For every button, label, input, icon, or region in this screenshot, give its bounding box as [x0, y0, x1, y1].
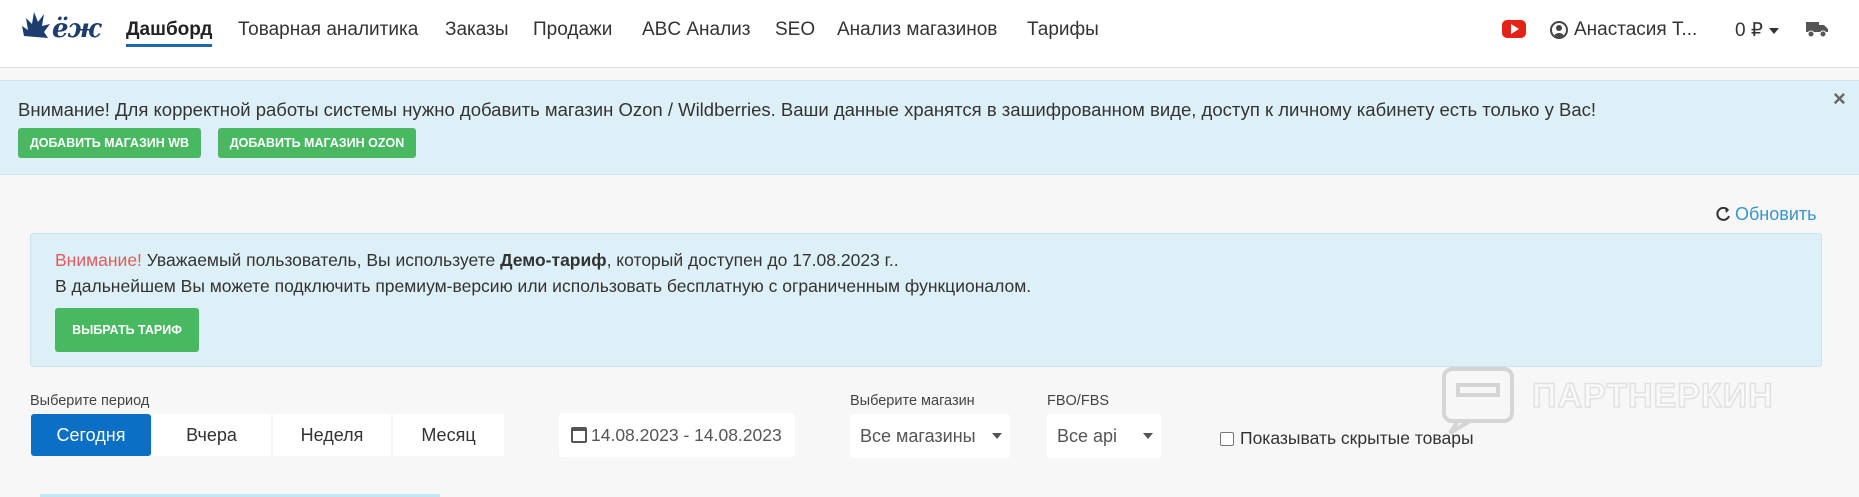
demo-tariff-alert: Внимание! Уважаемый пользователь, Вы исп… [30, 233, 1822, 367]
period-label: Выберите период [30, 393, 150, 409]
nav-shop-analysis[interactable]: Анализ магазинов [837, 19, 997, 41]
user-name: Анастасия Т... [1574, 19, 1698, 40]
balance-value: 0 ₽ [1735, 20, 1763, 41]
close-icon[interactable]: × [1833, 88, 1846, 110]
demo-text-after: , который доступен до 17.08.2023 г.. [606, 250, 899, 270]
demo-tariff-name: Демо-тариф [500, 250, 607, 270]
period-week-button[interactable]: Неделя [273, 414, 391, 456]
shop-select[interactable]: Все магазины [850, 414, 1010, 458]
hedgehog-icon [22, 12, 50, 38]
refresh-icon [1716, 206, 1730, 221]
show-hidden-products[interactable]: Показывать скрытые товары [1220, 428, 1474, 449]
calendar-icon [571, 427, 587, 443]
user-menu[interactable]: Анастасия Т... [1550, 19, 1697, 41]
fbo-fbs-select-value: Все api [1057, 425, 1118, 446]
fbo-fbs-select[interactable]: Все api [1047, 414, 1161, 458]
balance-dropdown[interactable]: 0 ₽ [1735, 19, 1779, 42]
show-hidden-label: Показывать скрытые товары [1240, 428, 1474, 448]
shop-select-value: Все магазины [860, 425, 976, 446]
add-wb-shop-button[interactable]: ДОБАВИТЬ МАГАЗИН WB [18, 128, 201, 158]
fbo-fbs-label: FBO/FBS [1047, 393, 1110, 409]
watermark-logo-icon [1442, 367, 1514, 435]
refresh-label: Обновить [1735, 204, 1817, 224]
demo-warning-label: Внимание! [55, 250, 142, 270]
date-range-value: 14.08.2023 - 14.08.2023 [591, 424, 782, 445]
user-icon [1550, 21, 1568, 39]
show-hidden-checkbox[interactable] [1220, 431, 1234, 446]
demo-alert-line1: Внимание! Уважаемый пользователь, Вы исп… [55, 250, 899, 271]
nav-product-analytics[interactable]: Товарная аналитика [238, 19, 418, 41]
demo-text-before: Уважаемый пользователь, Вы используете [141, 250, 501, 270]
watermark-text: ПАРТНЕРКИН [1531, 376, 1774, 416]
youtube-icon[interactable] [1502, 20, 1526, 38]
logo[interactable]: ёж [20, 6, 101, 46]
nav-dashboard[interactable]: Дашборд [126, 19, 213, 47]
watermark: ПАРТНЕРКИН [1440, 365, 1810, 435]
chevron-down-icon [992, 433, 1002, 439]
truck-icon[interactable] [1806, 20, 1828, 38]
chevron-down-icon [1143, 433, 1153, 439]
store-warning-message: Внимание! Для корректной работы системы … [18, 99, 1596, 120]
top-navbar: ёж Дашборд Товарная аналитика Заказы Про… [0, 0, 1859, 68]
choose-tariff-button[interactable]: ВЫБРАТЬ ТАРИФ [55, 308, 199, 352]
nav-sales[interactable]: Продажи [533, 19, 612, 41]
date-range-picker[interactable]: 14.08.2023 - 14.08.2023 [559, 413, 795, 457]
demo-alert-line2: В дальнейшем Вы можете подключить премиу… [55, 276, 1032, 296]
add-ozon-shop-button[interactable]: ДОБАВИТЬ МАГАЗИН OZON [218, 128, 416, 158]
caret-down-icon [1768, 27, 1779, 34]
logo-text: ёж [52, 14, 101, 44]
period-yesterday-button[interactable]: Вчера [152, 414, 271, 456]
nav-orders[interactable]: Заказы [445, 19, 509, 41]
refresh-link[interactable]: Обновить [1715, 204, 1817, 225]
nav-seo[interactable]: SEO [775, 19, 815, 41]
shop-label: Выберите магазин [850, 393, 975, 409]
nav-abc-analysis[interactable]: ABC Анализ [642, 19, 751, 41]
nav-tariffs[interactable]: Тарифы [1027, 19, 1099, 41]
period-today-button[interactable]: Сегодня [31, 414, 151, 456]
period-month-button[interactable]: Месяц [393, 414, 504, 456]
